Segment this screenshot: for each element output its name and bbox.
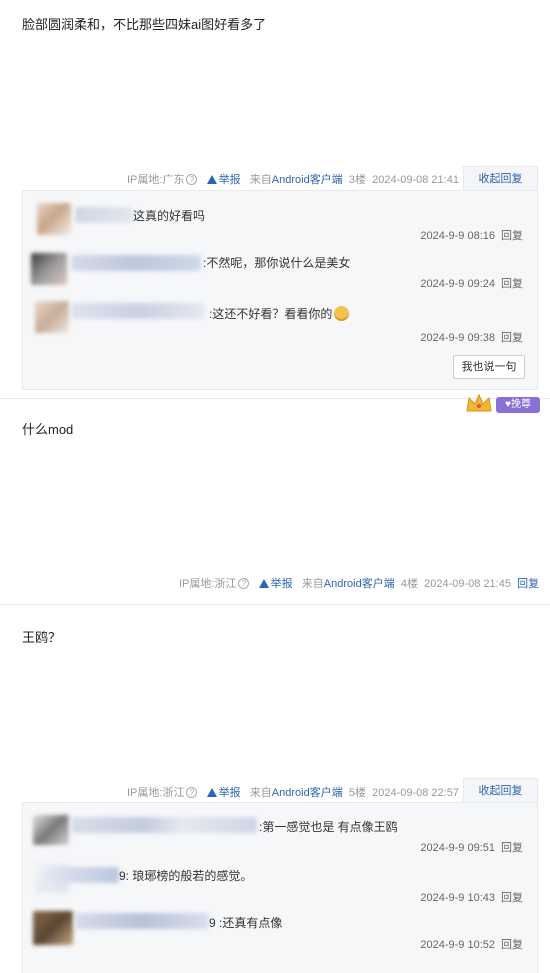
report-link[interactable]: 举报 bbox=[206, 787, 241, 799]
source-app-link[interactable]: Android客户端 bbox=[272, 787, 343, 799]
floor-number: 5楼 bbox=[348, 787, 366, 799]
username[interactable] bbox=[71, 817, 257, 833]
avatar[interactable] bbox=[33, 911, 73, 945]
help-icon[interactable]: ? bbox=[186, 787, 198, 798]
reply-list-floor3: 这真的好看吗 2024-9-9 08:16 回复 :不然呢，那你说什么是美女 20… bbox=[22, 190, 538, 390]
post-content-floor3: 脸部圆润柔和，不比那些四妹ai图好看多了 bbox=[22, 17, 267, 32]
emoji-icon bbox=[334, 306, 350, 321]
username[interactable] bbox=[71, 255, 201, 271]
reply-text: 这真的好看吗 bbox=[133, 209, 206, 223]
warning-icon bbox=[206, 175, 217, 184]
post-meta-floor4: IP属地:浙江? 举报 来自Android客户端 4楼 2024-09-08 2… bbox=[179, 578, 540, 590]
ip-location: IP属地:浙江 bbox=[179, 578, 237, 590]
post-time: 2024-09-08 21:45 bbox=[424, 578, 511, 590]
reply-button[interactable]: 回复 bbox=[501, 230, 523, 242]
warning-icon bbox=[258, 579, 269, 588]
post-meta-floor5: IP属地:浙江? 举报 来自Android客户端 5楼 2024-09-08 2… bbox=[127, 787, 459, 799]
username[interactable] bbox=[75, 207, 133, 223]
crown-icon bbox=[466, 393, 492, 412]
reply-meta: 2024-9-9 09:24 回复 bbox=[420, 278, 523, 290]
ip-location: IP属地:广东 bbox=[127, 174, 185, 186]
post-content-floor4: 什么mod bbox=[22, 422, 74, 437]
honor-badge[interactable]: ♥挽尊 bbox=[460, 393, 544, 415]
reply-list-floor5: :第一感觉也是 有点像王鸥 2024-9-9 09:51 回复 9: 琅琊榜的般若… bbox=[22, 802, 538, 973]
collapse-replies-button[interactable]: 收起回复 bbox=[463, 166, 538, 191]
floor-number: 3楼 bbox=[348, 174, 366, 186]
reply-meta: 2024-9-9 10:52 回复 bbox=[420, 939, 523, 951]
reply-meta: 2024-9-9 08:16 回复 bbox=[420, 230, 523, 242]
reply-button[interactable]: 回复 bbox=[501, 332, 523, 344]
reply-text: :不然呢，那你说什么是美女 bbox=[203, 256, 351, 270]
reply-meta: 2024-9-9 09:38 回复 bbox=[420, 332, 523, 344]
source-app-link[interactable]: Android客户端 bbox=[324, 578, 395, 590]
reply-button[interactable]: 回复 bbox=[501, 842, 523, 854]
post-time: 2024-09-08 22:57 bbox=[372, 787, 459, 799]
report-link[interactable]: 举报 bbox=[206, 174, 241, 186]
reply-text: :第一感觉也是 有点像王鸥 bbox=[259, 820, 398, 834]
reply-button[interactable]: 回复 bbox=[501, 892, 523, 904]
help-icon[interactable]: ? bbox=[238, 578, 250, 589]
username[interactable] bbox=[71, 303, 205, 319]
avatar[interactable] bbox=[31, 253, 67, 285]
username[interactable] bbox=[75, 913, 209, 929]
badge-label: 挽尊 bbox=[510, 399, 531, 410]
reply-text: 9: 琅琊榜的般若的感觉。 bbox=[119, 869, 253, 883]
reply-text: 9 :还真有点像 bbox=[209, 916, 283, 930]
username[interactable] bbox=[45, 867, 119, 883]
floor-divider bbox=[0, 604, 550, 605]
post-meta-floor3: IP属地:广东? 举报 来自Android客户端 3楼 2024-09-08 2… bbox=[127, 174, 459, 186]
add-reply-button[interactable]: 我也说一句 bbox=[453, 355, 525, 379]
reply-meta: 2024-9-9 10:43 回复 bbox=[420, 892, 523, 904]
post-time: 2024-09-08 21:41 bbox=[372, 174, 459, 186]
report-link[interactable]: 举报 bbox=[258, 578, 293, 590]
reply-button[interactable]: 回复 bbox=[501, 939, 523, 951]
collapse-replies-button[interactable]: 收起回复 bbox=[463, 778, 538, 803]
reply-button[interactable]: 回复 bbox=[501, 278, 523, 290]
warning-icon bbox=[206, 788, 217, 797]
source-app-link[interactable]: Android客户端 bbox=[272, 174, 343, 186]
reply-meta: 2024-9-9 09:51 回复 bbox=[420, 842, 523, 854]
ip-location: IP属地:浙江 bbox=[127, 787, 185, 799]
reply-button[interactable]: 回复 bbox=[517, 578, 539, 590]
floor-number: 4楼 bbox=[400, 578, 418, 590]
avatar[interactable] bbox=[33, 815, 69, 845]
avatar[interactable] bbox=[37, 203, 71, 235]
post-content-floor5: 王鸥？ bbox=[22, 630, 62, 645]
reply-text: :这还不好看？看看你的 bbox=[209, 305, 350, 322]
avatar[interactable] bbox=[35, 301, 69, 333]
help-icon[interactable]: ? bbox=[186, 174, 198, 185]
